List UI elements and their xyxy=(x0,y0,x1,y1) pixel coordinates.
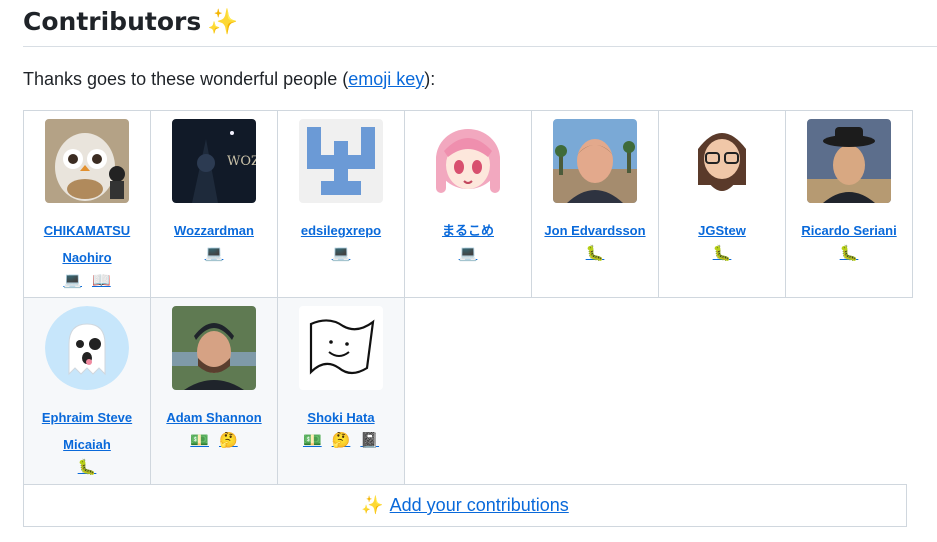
avatar-identicon[interactable] xyxy=(299,119,383,203)
add-contributions-link[interactable]: Add your contributions xyxy=(390,495,569,515)
section-title: Contributors ✨ xyxy=(23,4,238,40)
contributor-cell: まるこめ 💻 xyxy=(404,110,532,298)
contributor-name[interactable]: JGStew xyxy=(659,217,785,244)
bug-icon[interactable]: 🐛 xyxy=(76,458,99,478)
contributor-name[interactable]: Jon Edvardsson xyxy=(532,217,658,244)
contributor-cell: Ephraim Steve Micaiah 🐛 xyxy=(23,297,151,485)
contribution-badges: 💻 📖 xyxy=(24,271,150,291)
contribution-badges: 💻 xyxy=(405,244,531,264)
bug-icon[interactable]: 🐛 xyxy=(711,244,734,264)
contribution-badges: 🐛 xyxy=(532,244,658,264)
financial-icon[interactable]: 💵 xyxy=(188,431,211,451)
contributors-row: Ephraim Steve Micaiah 🐛 Adam Shannon 💵🤔 xyxy=(23,297,913,485)
contributor-name[interactable]: Wozzardman xyxy=(151,217,277,244)
avatar-owl-beads[interactable] xyxy=(45,119,129,203)
svg-text:WOZ: WOZ xyxy=(227,154,256,169)
contribution-badges: 💻 xyxy=(278,244,404,264)
empty-cell xyxy=(531,297,659,485)
avatar-photo-cap[interactable] xyxy=(172,306,256,390)
empty-cell xyxy=(658,297,786,485)
avatar-memoji[interactable] xyxy=(680,119,764,203)
emoji-key-link[interactable]: emoji key xyxy=(348,69,424,89)
contributor-name[interactable]: Shoki Hata xyxy=(278,404,404,431)
contribution-badges: 🐛 xyxy=(24,458,150,478)
contributor-cell: CHIKAMATSU Naohiro 💻 📖 xyxy=(23,110,151,298)
section-title-text: Contributors xyxy=(23,7,202,36)
code-icon[interactable]: 💻 xyxy=(61,271,84,291)
contributor-name[interactable]: まるこめ xyxy=(405,217,531,244)
avatar-ghost[interactable] xyxy=(45,306,129,390)
contributor-name[interactable]: Ephraim Steve Micaiah xyxy=(24,404,150,458)
contributor-cell: Shoki Hata 💵 🤔 📓 xyxy=(277,297,405,485)
avatar-photo-man[interactable] xyxy=(553,119,637,203)
contributor-cell: Jon Edvardsson 🐛 xyxy=(531,110,659,298)
empty-cell xyxy=(404,297,532,485)
add-contributions-footer: ✨ Add your contributions xyxy=(23,484,907,527)
code-icon[interactable]: 💻 xyxy=(457,244,480,264)
contributor-cell: Adam Shannon 💵 🤔 xyxy=(150,297,278,485)
contribution-badges: 🐛 xyxy=(786,244,912,264)
ideas-icon[interactable]: 🤔 xyxy=(217,431,240,451)
heading-divider xyxy=(23,46,937,47)
contributor-cell: edsilegxrepo 💻 xyxy=(277,110,405,298)
contribution-badges: 💵 🤔 📓 xyxy=(278,431,404,451)
contributors-section: Contributors ✨ Thanks goes to these wonde… xyxy=(0,0,937,542)
intro-prefix: Thanks goes to these wonderful people ( xyxy=(23,69,349,89)
code-icon[interactable]: 💻 xyxy=(203,244,226,264)
avatar-wizard[interactable]: WOZ xyxy=(172,119,256,203)
intro-suffix: ): xyxy=(424,69,436,89)
contributor-cell: JGStew 🐛 xyxy=(658,110,786,298)
sparkles-icon: ✨ xyxy=(361,495,384,515)
contributor-name[interactable]: edsilegxrepo xyxy=(278,217,404,244)
contributor-name[interactable]: Adam Shannon xyxy=(151,404,277,431)
avatar-anime-girl[interactable] xyxy=(426,119,510,203)
contributor-cell: Ricardo Seriani 🐛 xyxy=(785,110,913,298)
contributors-table: CHIKAMATSU Naohiro 💻📖 WOZ Wozzardman 💻 xyxy=(23,110,913,485)
contributor-name[interactable]: CHIKAMATSU Naohiro xyxy=(24,217,150,271)
intro-text: Thanks goes to these wonderful people (e… xyxy=(23,66,435,92)
contribution-badges: 🐛 xyxy=(659,244,785,264)
avatar-photo-hat[interactable] xyxy=(807,119,891,203)
sparkles-icon: ✨ xyxy=(207,7,239,36)
empty-cell xyxy=(785,297,913,485)
contributors-row: CHIKAMATSU Naohiro 💻📖 WOZ Wozzardman 💻 xyxy=(23,110,913,298)
contributor-name[interactable]: Ricardo Seriani xyxy=(786,217,912,244)
docs-icon[interactable]: 📖 xyxy=(90,271,113,291)
code-icon[interactable]: 💻 xyxy=(330,244,353,264)
avatar-flag-drawing[interactable] xyxy=(299,306,383,390)
ideas-icon[interactable]: 🤔 xyxy=(330,431,353,451)
bug-icon[interactable]: 🐛 xyxy=(838,244,861,264)
contribution-badges: 💻 xyxy=(151,244,277,264)
contribution-badges: 💵 🤔 xyxy=(151,431,277,451)
bug-icon[interactable]: 🐛 xyxy=(584,244,607,264)
financial-icon[interactable]: 💵 xyxy=(301,431,324,451)
contributor-cell: WOZ Wozzardman 💻 xyxy=(150,110,278,298)
notebook-icon[interactable]: 📓 xyxy=(358,431,381,451)
